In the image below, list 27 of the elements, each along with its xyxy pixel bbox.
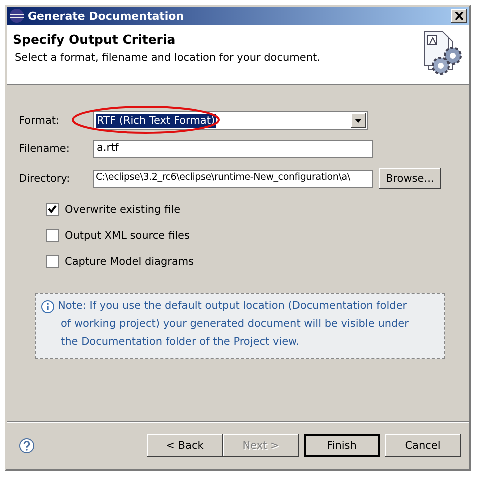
wizard-button[interactable]: Cancel xyxy=(385,434,461,457)
checkbox[interactable] xyxy=(46,255,59,268)
document-gears-icon xyxy=(423,30,465,78)
checkbox-label: Overwrite existing file xyxy=(65,204,181,216)
directory-field[interactable]: C:\eclipse\3.2_rc6\eclipse\runtime-New_configuration\a\ xyxy=(93,170,373,188)
field-label: Directory: xyxy=(19,172,72,184)
field-label: Format: xyxy=(19,114,61,126)
globe-icon xyxy=(9,8,25,24)
checkbox-label: Output XML source files xyxy=(65,230,190,242)
help-icon[interactable] xyxy=(19,438,35,454)
close-icon xyxy=(454,12,464,20)
page-title: Specify Output Criteria xyxy=(13,32,177,47)
window-title: Generate Documentation xyxy=(28,10,186,22)
wizard-button[interactable]: Finish xyxy=(304,434,380,457)
format-dropdown[interactable]: RTF (Rich Text Format) xyxy=(93,111,368,130)
checkbox-label: Capture Model diagrams xyxy=(65,256,194,268)
selected-option: RTF (Rich Text Format) xyxy=(96,114,216,128)
checkbox[interactable] xyxy=(46,229,59,242)
browse-button[interactable]: Browse... xyxy=(379,168,442,189)
page-description: Select a format, filename and location for your document. xyxy=(15,52,320,64)
checkbox[interactable] xyxy=(46,203,59,216)
info-icon xyxy=(41,300,55,314)
filename-field[interactable]: a.rtf xyxy=(93,140,373,158)
wizard-button[interactable]: < Back xyxy=(147,434,223,457)
field-label: Filename: xyxy=(19,143,71,155)
note-text: Note: If you use the default output location (Documentation folder of working project) your generated document will be visible under the Documentation folder of the Project view. xyxy=(58,299,409,350)
close-button[interactable] xyxy=(451,9,467,23)
